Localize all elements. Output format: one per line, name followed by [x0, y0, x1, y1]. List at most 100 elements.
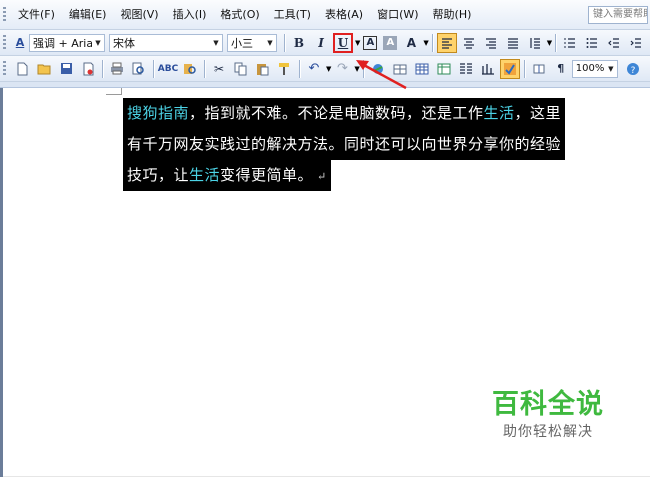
underline-button[interactable]: U	[333, 32, 353, 53]
menu-table[interactable]: 表格(A)	[318, 6, 370, 24]
chevron-down-icon[interactable]: ▼	[92, 35, 104, 51]
format-painter-icon[interactable]	[275, 59, 295, 79]
toolbar-grip[interactable]	[3, 34, 6, 51]
drawing-icon[interactable]	[478, 59, 498, 79]
text-line: 有千万网友实践过的解决方法。同时还可以向世界分享你的经验	[123, 129, 650, 160]
menu-insert[interactable]: 插入(I)	[166, 6, 214, 24]
print-preview-icon[interactable]	[129, 59, 149, 79]
menu-format[interactable]: 格式(O)	[213, 6, 266, 24]
text-run: ，指到就不难。不论是电脑数码，还是工作	[189, 104, 484, 122]
font-size-value: 小三	[231, 36, 253, 50]
toolbar-grip[interactable]	[3, 60, 6, 77]
page-corner-mark	[106, 94, 122, 95]
toolbar-separator	[555, 33, 557, 52]
redo-icon[interactable]: ↷	[332, 59, 352, 79]
chevron-down-icon[interactable]: ▼	[605, 61, 617, 77]
chevron-down-icon[interactable]: ▼	[210, 35, 222, 51]
toolbar-separator	[431, 33, 433, 52]
chevron-down-icon[interactable]: ▼	[354, 65, 359, 73]
open-folder-icon[interactable]	[34, 59, 54, 79]
char-scale-button[interactable]: A	[401, 33, 421, 53]
watermark-title: 百科全说	[492, 389, 604, 420]
text-line: 搜狗指南，指到就不难。不论是电脑数码，还是工作生活，这里	[123, 98, 650, 129]
toolbar-grip[interactable]	[3, 6, 6, 23]
menu-tools[interactable]: 工具(T)	[267, 6, 318, 24]
formatting-toolbar: A 强调 + Aria ▼ 宋体 ▼ 小三 ▼ B I U ▼ A A A ▼	[0, 30, 650, 56]
highlighted-link-text[interactable]: 生活	[189, 166, 220, 184]
chevron-down-icon[interactable]: ▼	[264, 35, 276, 51]
menu-file[interactable]: 文件(F)	[11, 6, 62, 24]
text-run: ，这里	[514, 104, 562, 122]
columns-icon[interactable]	[456, 59, 476, 79]
menu-window[interactable]: 窗口(W)	[370, 6, 425, 24]
toolbar-separator	[204, 59, 205, 78]
chevron-down-icon[interactable]: ▼	[423, 39, 428, 47]
font-size-dropdown[interactable]: 小三 ▼	[227, 33, 277, 52]
svg-text:?: ?	[630, 66, 635, 76]
text-run: 有千万网友实践过的解决方法。同时还可以向世界分享你的经验	[127, 135, 562, 153]
insert-excel-icon[interactable]	[434, 59, 454, 79]
justify-icon[interactable]	[503, 33, 523, 53]
highlighted-link-text[interactable]: 生活	[484, 104, 515, 122]
toolbar-separator	[362, 59, 364, 78]
decrease-indent-icon[interactable]	[604, 33, 624, 53]
toolbar-separator	[299, 59, 300, 78]
insert-table-icon[interactable]	[412, 59, 432, 79]
menu-view[interactable]: 视图(V)	[113, 6, 165, 24]
paragraph-mark-icon: ↵	[317, 170, 327, 183]
research-icon[interactable]	[180, 59, 200, 79]
permission-icon[interactable]	[78, 59, 98, 79]
zoom-value: 100%	[575, 63, 605, 74]
selected-text-line[interactable]: 技巧，让生活变得更简单。 ↵	[123, 160, 331, 191]
italic-button[interactable]: I	[311, 33, 331, 53]
menu-bar: 文件(F) 编辑(E) 视图(V) 插入(I) 格式(O) 工具(T) 表格(A…	[0, 0, 650, 30]
bullets-icon[interactable]	[582, 33, 602, 53]
word-window: 文件(F) 编辑(E) 视图(V) 插入(I) 格式(O) 工具(T) 表格(A…	[0, 0, 650, 477]
print-icon[interactable]	[107, 59, 127, 79]
zoom-icon[interactable]: ¶	[551, 59, 571, 79]
selected-text-line[interactable]: 有千万网友实践过的解决方法。同时还可以向世界分享你的经验	[123, 129, 566, 160]
page-corner-mark	[121, 88, 122, 95]
paste-icon[interactable]	[253, 59, 273, 79]
char-shading-button[interactable]: A	[383, 35, 398, 50]
toolbar-separator	[523, 59, 525, 78]
selected-paragraph[interactable]: 搜狗指南，指到就不难。不论是电脑数码，还是工作生活，这里 有千万网友实践过的解决方…	[123, 98, 650, 191]
style-dropdown[interactable]: 强调 + Aria ▼	[29, 33, 105, 52]
save-icon[interactable]	[56, 59, 76, 79]
document-map-icon[interactable]	[499, 58, 520, 79]
tables-borders-icon[interactable]	[390, 59, 410, 79]
selected-text-line[interactable]: 搜狗指南，指到就不难。不论是电脑数码，还是工作生活，这里	[123, 98, 566, 129]
standard-toolbar: ABC ✂ ↶ ▼ ↷ ▼ ¶ 100% ▼ ?	[0, 56, 650, 82]
style-value: 强调 + Aria	[33, 36, 92, 50]
align-right-icon[interactable]	[481, 33, 501, 53]
text-run: 技巧，让	[127, 166, 190, 184]
new-document-icon[interactable]	[12, 59, 32, 79]
bold-button[interactable]: B	[289, 33, 309, 53]
toolbar-separator	[153, 59, 154, 78]
help-icon[interactable]: ?	[623, 59, 643, 79]
undo-icon[interactable]: ↶	[304, 59, 324, 79]
menu-help[interactable]: 帮助(H)	[426, 6, 479, 24]
increase-indent-icon[interactable]	[626, 33, 646, 53]
show-hide-icon[interactable]	[529, 59, 549, 79]
line-spacing-icon[interactable]	[525, 33, 545, 53]
char-border-button[interactable]: A	[363, 35, 378, 50]
highlighted-link-text[interactable]: 搜狗指南	[127, 104, 189, 122]
styles-pane-icon[interactable]: A	[12, 33, 28, 53]
spelling-icon[interactable]: ABC	[158, 59, 178, 79]
copy-icon[interactable]	[231, 59, 251, 79]
menu-edit[interactable]: 编辑(E)	[62, 6, 114, 24]
chevron-down-icon[interactable]: ▼	[355, 39, 360, 47]
help-search-input[interactable]: 键入需要帮助	[588, 6, 648, 24]
chevron-down-icon[interactable]: ▼	[326, 65, 331, 73]
chevron-down-icon[interactable]: ▼	[547, 39, 552, 47]
toolbar-separator	[284, 33, 285, 52]
zoom-dropdown[interactable]: 100% ▼	[571, 59, 618, 78]
numbering-icon[interactable]	[560, 33, 580, 53]
text-run: 变得更简单。	[220, 166, 314, 184]
cut-icon[interactable]: ✂	[209, 59, 229, 79]
align-center-icon[interactable]	[459, 33, 479, 53]
hyperlink-icon[interactable]	[368, 59, 388, 79]
align-left-icon[interactable]	[436, 32, 457, 53]
font-dropdown[interactable]: 宋体 ▼	[109, 33, 223, 52]
